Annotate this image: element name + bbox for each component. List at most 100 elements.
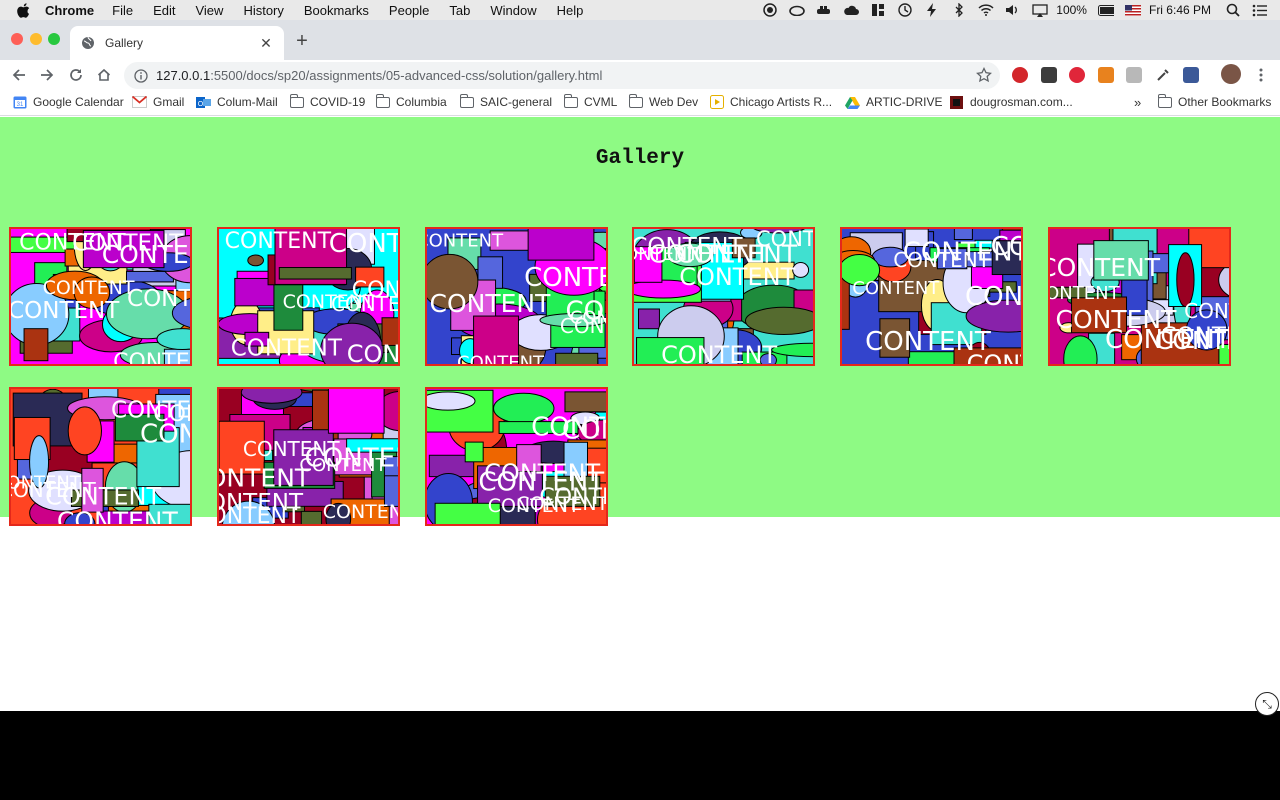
other-bookmarks-label: Other Bookmarks bbox=[1178, 95, 1272, 109]
menu-bar-clock[interactable]: Fri 6:46 PM bbox=[1149, 3, 1211, 17]
menu-bookmarks[interactable]: Bookmarks bbox=[304, 3, 369, 18]
minimize-window-button[interactable] bbox=[30, 33, 42, 45]
adblock-plus-icon[interactable] bbox=[1012, 67, 1028, 83]
bookmark-web-dev[interactable]: Web Dev bbox=[628, 93, 698, 109]
thumbnail-overlay-text: CONTENT bbox=[305, 444, 398, 474]
gallery-thumbnail[interactable]: CONTENTCONTENTCONTENTCONTENTCONTENTCONTE… bbox=[1048, 227, 1231, 366]
spotlight-search-icon[interactable] bbox=[1225, 3, 1241, 17]
metamask-fox-icon[interactable] bbox=[1098, 67, 1114, 83]
bookmark-dougrosman-com[interactable]: dougrosman.com... bbox=[949, 95, 1073, 109]
docker-icon[interactable] bbox=[816, 3, 832, 17]
forward-icon[interactable] bbox=[38, 66, 56, 84]
gallery-thumbnail[interactable]: CONTENTCONTENTCONTENTCONTENTCONTENTCONTE… bbox=[632, 227, 815, 366]
gallery-thumbnail[interactable]: CONTENTCONTENTCONTENTCONTENTCONTENTCONTE… bbox=[217, 227, 400, 366]
grid-app-icon[interactable] bbox=[870, 3, 886, 17]
home-icon[interactable] bbox=[95, 66, 113, 84]
cloud-icon[interactable] bbox=[843, 3, 860, 17]
extension-dots-icon[interactable] bbox=[1041, 67, 1057, 83]
record-icon[interactable] bbox=[762, 3, 778, 17]
gallery-thumbnail[interactable]: CONTENTCONTENTCONTENTCONTENTCONTENTCONTE… bbox=[9, 227, 192, 366]
lastpass-icon[interactable] bbox=[1069, 67, 1085, 83]
bookmark-columbia[interactable]: Columbia bbox=[375, 93, 447, 109]
menu-people[interactable]: People bbox=[389, 3, 429, 18]
address-bar[interactable]: 127.0.0.1:5500/docs/sp20/assignments/05-… bbox=[124, 62, 1000, 89]
menu-help[interactable]: Help bbox=[557, 3, 584, 18]
menu-file[interactable]: File bbox=[112, 3, 133, 18]
page-viewport: Gallery CONTENTCONTENTCONTENTCONTENTCONT… bbox=[0, 117, 1280, 711]
bookmark-label: Google Calendar bbox=[33, 95, 124, 109]
bookmark-google-calendar[interactable]: 31 Google Calendar bbox=[12, 95, 124, 109]
fullscreen-window-button[interactable] bbox=[48, 33, 60, 45]
thumbnail-overlay-text: CONTENT bbox=[127, 286, 190, 312]
menu-tab[interactable]: Tab bbox=[449, 3, 470, 18]
bookmark-label: Colum-Mail bbox=[217, 95, 278, 109]
bookmark-label: ARTIC-DRIVE bbox=[866, 95, 943, 109]
chrome-menu-icon[interactable] bbox=[1252, 66, 1270, 84]
bolt-icon[interactable] bbox=[924, 3, 940, 17]
url-path: :5500/docs/sp20/assignments/05-advanced-… bbox=[210, 68, 603, 83]
tab-gallery[interactable]: Gallery ✕ bbox=[70, 26, 284, 60]
close-tab-icon[interactable]: ✕ bbox=[258, 35, 274, 51]
notification-center-icon[interactable] bbox=[1252, 3, 1268, 17]
menu-view[interactable]: View bbox=[195, 3, 223, 18]
bookmark-chicago-artists-r[interactable]: Chicago Artists R... bbox=[709, 95, 832, 109]
play-icon bbox=[709, 95, 724, 109]
creative-cloud-icon[interactable] bbox=[789, 3, 806, 17]
site-icon bbox=[949, 95, 964, 109]
gallery-thumbnail[interactable]: CONTENTCONTENTCONTENTCONTENTCONTENTCONTE… bbox=[9, 387, 192, 526]
thumbnail-artwork: CONTENTCONTENTCONTENTCONTENTCONTENTCONTE… bbox=[427, 389, 606, 524]
thumbnail-overlay-text: CONTENT bbox=[562, 416, 606, 446]
thumbnail-artwork: CONTENTCONTENTCONTENTCONTENTCONTENTCONTE… bbox=[219, 389, 398, 524]
back-icon[interactable] bbox=[10, 66, 28, 84]
bookmark-artic-drive[interactable]: ARTIC-DRIVE bbox=[845, 95, 942, 109]
thumbnail-artwork: CONTENTCONTENTCONTENTCONTENTCONTENTCONTE… bbox=[634, 229, 813, 364]
profile-avatar[interactable] bbox=[1221, 64, 1241, 84]
bookmark-cvml[interactable]: CVML bbox=[563, 93, 617, 109]
new-tab-icon[interactable]: + bbox=[293, 30, 311, 52]
url-text[interactable]: 127.0.0.1:5500/docs/sp20/assignments/05-… bbox=[156, 68, 602, 83]
thumbnail-overlay-text: CONTENT bbox=[219, 490, 304, 516]
reload-icon[interactable] bbox=[67, 66, 85, 84]
volume-icon[interactable] bbox=[1005, 3, 1021, 17]
thumbnail-overlay-text: CONTENT bbox=[852, 278, 940, 299]
apple-icon[interactable] bbox=[17, 2, 31, 18]
menu-history[interactable]: History bbox=[243, 3, 283, 18]
us-flag-icon[interactable] bbox=[1124, 3, 1141, 17]
eyedropper-icon[interactable] bbox=[1155, 67, 1171, 83]
thumbnail-overlay-text: CONTENT bbox=[43, 277, 135, 299]
facebook-icon[interactable] bbox=[1183, 67, 1199, 83]
airplay-icon[interactable] bbox=[1032, 3, 1048, 17]
menu-window[interactable]: Window bbox=[490, 3, 536, 18]
thumbnail-overlay-text: CONTENT bbox=[11, 473, 82, 494]
bookmark-star-icon[interactable] bbox=[976, 67, 992, 83]
gallery-section: Gallery CONTENTCONTENTCONTENTCONTENTCONT… bbox=[0, 117, 1280, 526]
gallery-thumbnail[interactable]: CONTENTCONTENTCONTENTCONTENTCONTENTCONTE… bbox=[217, 387, 400, 526]
other-bookmarks-folder[interactable]: Other Bookmarks bbox=[1157, 93, 1272, 109]
bookmarks-overflow-button[interactable]: » bbox=[1134, 95, 1141, 110]
battery-icon[interactable] bbox=[1097, 3, 1114, 17]
menu-chrome[interactable]: Chrome bbox=[45, 3, 94, 18]
extension-puzzle-icon[interactable] bbox=[1126, 67, 1142, 83]
bookmark-gmail[interactable]: Gmail bbox=[132, 95, 184, 109]
menu-edit[interactable]: Edit bbox=[153, 3, 175, 18]
gallery-thumbnail[interactable]: CONTENTCONTENTCONTENTCONTENTCONTENTCONTE… bbox=[840, 227, 1023, 366]
time-machine-icon[interactable] bbox=[897, 3, 913, 17]
window-resize-icon[interactable]: ⤡ bbox=[1255, 692, 1279, 716]
bookmark-covid-19[interactable]: COVID-19 bbox=[289, 93, 365, 109]
wifi-icon[interactable] bbox=[978, 3, 994, 17]
gallery-thumbnail[interactable]: CONTENTCONTENTCONTENTCONTENTCONTENTCONTE… bbox=[425, 387, 608, 526]
bookmark-saic-general[interactable]: SAIC-general bbox=[459, 93, 552, 109]
thumbnail-overlay-text: CONTENT bbox=[113, 350, 190, 364]
svg-text:31: 31 bbox=[16, 102, 23, 108]
folder-icon bbox=[1157, 93, 1172, 109]
gallery-thumbnail[interactable]: CONTENTCONTENTCONTENTCONTENTCONTENTCONTE… bbox=[425, 227, 608, 366]
thumbnail-overlay-text: CONTENT bbox=[1050, 283, 1121, 304]
bluetooth-icon[interactable] bbox=[951, 3, 967, 17]
folder-icon bbox=[375, 93, 390, 109]
bookmark-colum-mail[interactable]: O Colum-Mail bbox=[196, 95, 278, 109]
close-window-button[interactable] bbox=[11, 33, 23, 45]
thumbnail-overlay-text: CONTENT bbox=[219, 464, 311, 493]
thumbnail-overlay-text: CONTENT bbox=[323, 501, 398, 523]
site-info-icon[interactable] bbox=[134, 68, 148, 83]
thumbnail-overlay-text: CONTENT bbox=[111, 398, 190, 424]
